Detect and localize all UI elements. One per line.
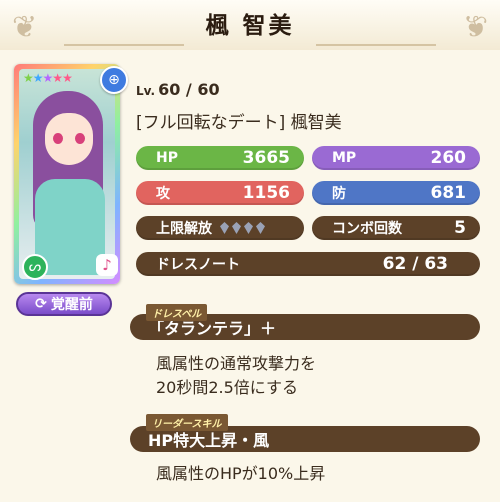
awaken-button-label: 覚醒前	[50, 297, 93, 313]
mp-label: MP	[332, 150, 357, 166]
dress-spell-description: 風属性の通常攻撃力を 20秒間2.5倍にする	[156, 352, 316, 400]
defense-stat: 防 681	[312, 181, 480, 205]
level-prefix: Lv.	[136, 84, 156, 98]
mp-value: 260	[430, 148, 467, 168]
attack-label: 攻	[156, 186, 170, 202]
zoom-icon[interactable]: ⊕	[100, 66, 128, 94]
page-title: 楓 智美	[205, 13, 295, 39]
portrait-eye-right	[75, 133, 85, 144]
card-name: [フル回転なデート] 楓智美	[136, 113, 342, 133]
dress-spell-desc-line-1: 風属性の通常攻撃力を	[156, 354, 317, 373]
combo-value: 5	[454, 218, 466, 238]
defense-value: 681	[430, 183, 467, 203]
character-card[interactable]: ★★★★★	[14, 64, 120, 284]
dress-note-label: ドレスノート	[156, 257, 240, 273]
rarity-stars: ★★★★★	[23, 71, 73, 85]
awaken-button[interactable]: ⟳ 覚醒前	[16, 292, 112, 316]
attack-stat: 攻 1156	[136, 181, 304, 205]
gem-icon	[220, 222, 229, 234]
hp-stat: HP 3665	[136, 146, 304, 170]
combo-label: コンボ回数	[332, 221, 402, 237]
hp-label: HP	[156, 150, 178, 166]
limit-break-gems	[220, 222, 290, 234]
leader-skill-tag: リーダースキル	[146, 414, 228, 431]
leader-skill-description: 風属性のHPが10%上昇	[156, 464, 326, 483]
gem-icon	[244, 222, 253, 234]
gem-icon	[232, 222, 241, 234]
header-divider-right	[316, 44, 436, 46]
limit-break-stat: 上限解放	[136, 216, 304, 240]
level-value: 60 / 60	[158, 80, 220, 99]
dress-spell-tag: ドレスペル	[146, 304, 208, 321]
combo-stat: コンボ回数 5	[312, 216, 480, 240]
level-display: Lv. 60 / 60	[136, 80, 220, 99]
dress-note-stat: ドレスノート 62 / 63	[136, 252, 480, 276]
limit-break-label: 上限解放	[156, 221, 212, 237]
dress-note-value: 62 / 63	[382, 254, 448, 274]
music-note-icon: ♪	[96, 254, 118, 276]
attack-value: 1156	[242, 183, 290, 203]
hp-value: 3665	[242, 148, 290, 168]
mp-stat: MP 260	[312, 146, 480, 170]
dress-spell-desc-line-2: 20秒間2.5倍にする	[156, 378, 298, 397]
gem-icon	[256, 222, 265, 234]
refresh-icon: ⟳	[35, 296, 47, 312]
card-portrait: ★★★★★	[19, 69, 115, 279]
wind-attribute-icon: ᔕ	[22, 254, 48, 280]
defense-label: 防	[332, 186, 346, 202]
header-divider-left	[64, 44, 184, 46]
flourish-right-icon: ❦	[462, 10, 488, 45]
header-bar: ❦ 楓 智美 ❦	[0, 0, 500, 50]
portrait-eye-left	[53, 133, 63, 144]
